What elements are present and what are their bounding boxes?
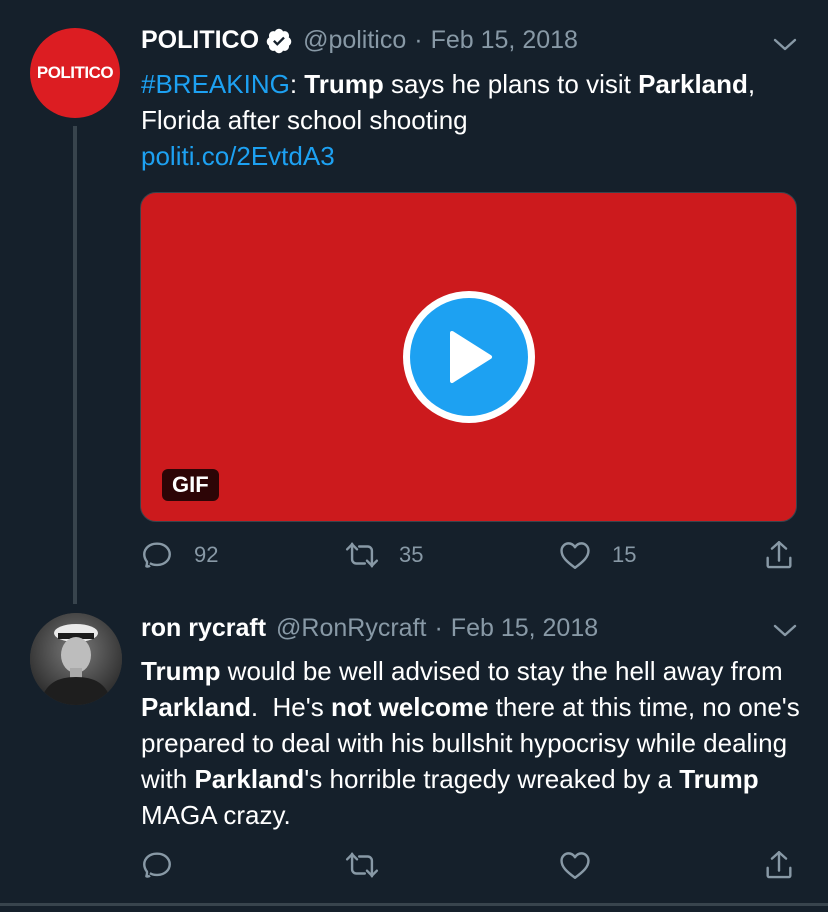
- display-name[interactable]: POLITICO: [141, 26, 259, 55]
- meta-separator: ·: [434, 614, 443, 642]
- retweet-icon: [345, 852, 379, 878]
- display-name[interactable]: ron rycraft: [141, 614, 266, 643]
- gif-media-card[interactable]: GIF: [140, 192, 797, 522]
- avatar-logo-text: POLITICO: [36, 63, 114, 82]
- tweet-actions: [140, 848, 800, 888]
- retweet-icon: [345, 542, 379, 568]
- tweet-header: POLITICO @politico · Feb 15, 2018: [141, 26, 578, 55]
- retweet-count: 35: [399, 542, 424, 567]
- avatar-ron-rycraft[interactable]: [30, 613, 122, 705]
- bold-fragment: Parkland: [194, 764, 305, 794]
- tweet-header: ron rycraft @RonRycraft · Feb 15, 2018: [141, 614, 598, 643]
- text-fragment: MAGA crazy.: [141, 800, 291, 830]
- reply-count: 92: [194, 542, 219, 567]
- play-button[interactable]: [403, 291, 535, 423]
- reply-icon: [143, 852, 171, 878]
- tweet-text: #BREAKING: Trump says he plans to visit …: [141, 66, 801, 174]
- thread-connector-line: [73, 126, 77, 604]
- like-icon: [560, 852, 590, 879]
- text-fragment: :: [289, 69, 305, 99]
- text-fragment: 's horrible tragedy wreaked by a: [304, 764, 680, 794]
- gif-badge: GIF: [162, 469, 219, 501]
- tweet-actions: 92 35 15: [140, 538, 800, 578]
- avatar-politico[interactable]: POLITICO: [30, 28, 120, 118]
- meta-separator: ·: [414, 26, 423, 54]
- bold-fragment: Trump: [141, 656, 221, 686]
- retweet-button[interactable]: [345, 848, 379, 882]
- article-link[interactable]: politi.co/2EvtdA3: [141, 141, 335, 171]
- user-handle[interactable]: @politico: [303, 26, 406, 55]
- user-handle[interactable]: @RonRycraft: [276, 614, 426, 643]
- bold-fragment: not welcome: [330, 692, 489, 722]
- verified-badge-icon: [266, 28, 292, 53]
- chevron-down-icon[interactable]: [772, 36, 798, 54]
- like-button[interactable]: 15: [558, 538, 636, 572]
- like-count: 15: [612, 542, 637, 567]
- hashtag-link[interactable]: #BREAKING: [141, 69, 290, 99]
- reply-icon: [143, 542, 171, 568]
- play-icon: [450, 331, 492, 383]
- tweet-text: Trump would be well advised to stay the …: [141, 653, 811, 833]
- like-button[interactable]: [558, 848, 592, 882]
- bold-fragment: Parkland: [141, 692, 251, 722]
- tweet-date[interactable]: Feb 15, 2018: [431, 26, 578, 55]
- share-button[interactable]: [762, 848, 796, 882]
- reply-button[interactable]: 92: [140, 538, 218, 572]
- tweet-divider: [0, 903, 828, 906]
- text-fragment: . He's: [250, 692, 331, 722]
- like-icon: [560, 542, 590, 569]
- text-fragment: says he plans to visit: [383, 69, 639, 99]
- chevron-down-icon[interactable]: [772, 622, 798, 640]
- tweet-politico[interactable]: POLITICO POLITICO @politico · Feb 15, 20…: [0, 0, 828, 604]
- bold-fragment: Trump: [679, 764, 759, 794]
- share-icon: [766, 541, 792, 569]
- tweet-date[interactable]: Feb 15, 2018: [451, 614, 598, 643]
- reply-button[interactable]: [140, 848, 174, 882]
- bold-fragment: Trump: [304, 69, 384, 99]
- profile-photo: [30, 613, 122, 705]
- bold-fragment: Parkland: [638, 69, 748, 99]
- retweet-button[interactable]: 35: [345, 538, 423, 572]
- share-button[interactable]: [762, 538, 796, 572]
- text-fragment: would be well advised to stay the hell a…: [220, 656, 783, 686]
- share-icon: [766, 851, 792, 879]
